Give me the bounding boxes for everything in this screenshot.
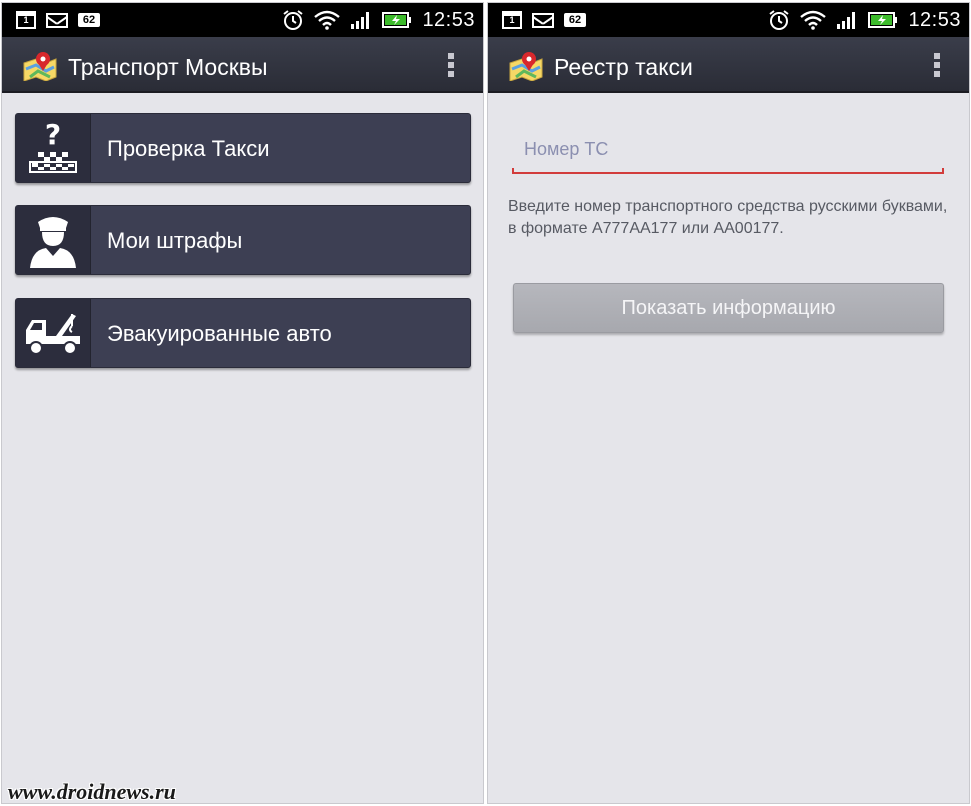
action-bar: Транспорт Москвы [2,37,483,93]
menu-item-label: Мои штрафы [107,228,243,253]
input-underline [512,168,944,174]
signal-icon [837,12,856,29]
action-bar: Реестр такси [488,37,969,93]
main-menu-screen: 1 62 12:53 Транспорт Москвы ? Проверка Т… [1,2,484,804]
taxi-registry-screen: 1 62 12:53 Реестр такси Номер ТС Введите… [487,2,970,804]
overflow-menu-icon[interactable] [447,53,455,79]
clock: 12:53 [908,8,961,31]
traffic-officer-icon [30,217,76,268]
alarm-icon [769,10,790,30]
watermark: www.droidnews.ru [8,779,176,804]
clock: 12:53 [422,8,475,31]
taxi-check-icon: ? [29,118,77,173]
calendar-icon: 1 [502,11,522,29]
battery-charging-icon [382,12,412,28]
vehicle-number-input[interactable] [512,127,944,171]
overflow-menu-icon[interactable] [933,53,941,79]
notification-count-badge: 62 [78,13,100,27]
towed-cars-button[interactable]: Эвакуированные авто [15,298,471,368]
mail-icon [532,12,554,28]
status-bar: 1 62 12:53 [488,3,969,37]
notification-count-badge: 62 [564,13,586,27]
menu-item-label: Проверка Такси [107,136,270,161]
app-title: Транспорт Москвы [68,54,268,80]
battery-charging-icon [868,12,898,28]
my-fines-button[interactable]: Мои штрафы [15,205,471,275]
svg-text:?: ? [45,118,61,151]
signal-icon [351,12,370,29]
taxi-check-button[interactable]: ? Проверка Такси [15,113,471,183]
screen-title: Реестр такси [554,54,693,80]
menu-item-label: Эвакуированные авто [107,321,332,346]
status-bar: 1 62 12:53 [2,3,483,37]
app-logo-icon [23,52,57,81]
show-info-button[interactable]: Показать информацию [513,283,944,333]
calendar-icon: 1 [16,11,36,29]
wifi-icon [314,10,341,30]
mail-icon [46,12,68,28]
format-hint: Введите номер транспортного средства рус… [508,198,948,237]
wifi-icon [800,10,827,30]
alarm-icon [283,10,304,30]
app-logo-icon [509,52,543,81]
tow-truck-icon [26,314,80,355]
